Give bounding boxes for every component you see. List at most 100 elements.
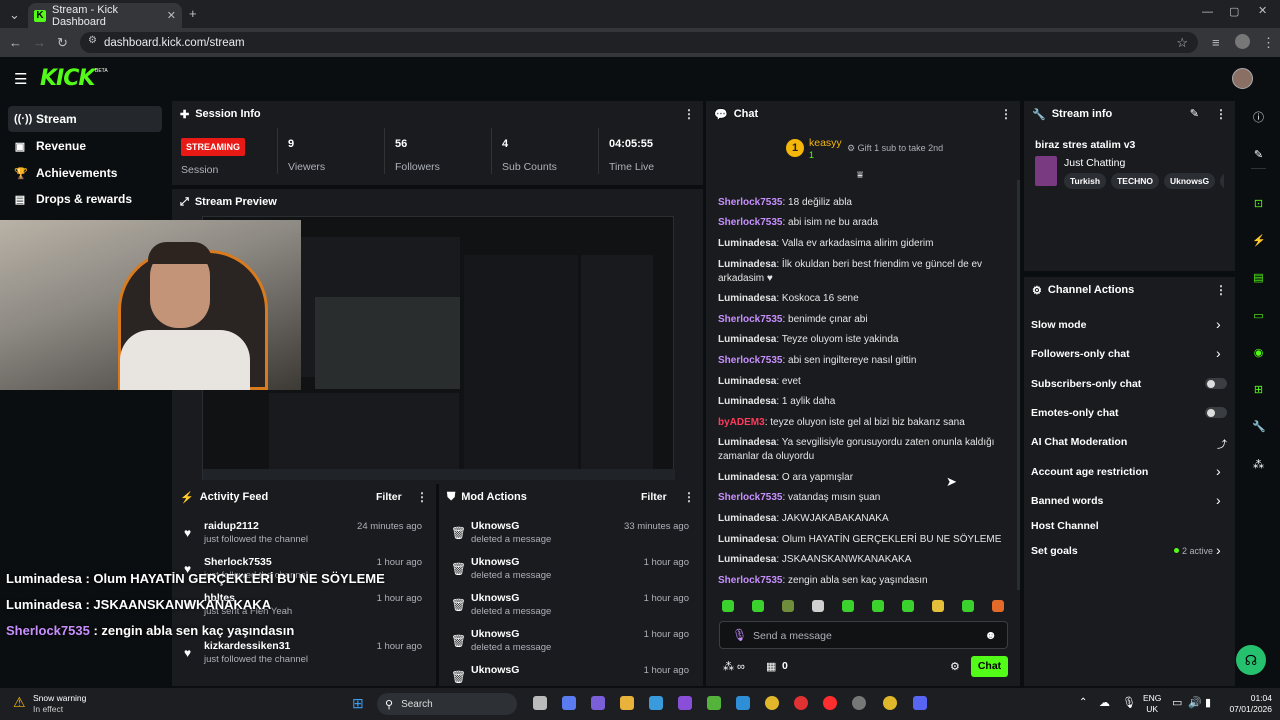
clip-icon[interactable]: ⊡ — [1252, 198, 1265, 211]
subscribers-only-toggle[interactable] — [1205, 378, 1227, 389]
more-options-icon[interactable]: ⋮ — [1215, 107, 1227, 121]
more-options-icon[interactable]: ⋮ — [683, 107, 695, 121]
more-options-icon[interactable]: ⋮ — [683, 490, 695, 504]
steam-icon[interactable] — [852, 696, 866, 710]
browser-menu-icon[interactable]: ⋮ — [1262, 36, 1275, 49]
battery-icon[interactable]: ▮ — [1205, 696, 1211, 709]
users-infinity-icon[interactable]: ⁂ ∞ — [723, 660, 745, 673]
chevron-right-icon[interactable]: › — [1216, 542, 1221, 558]
emote-icon[interactable] — [872, 600, 884, 612]
task-view-icon[interactable] — [533, 696, 547, 710]
forward-icon[interactable]: → — [33, 36, 46, 49]
kick-logo[interactable]: KICK — [40, 66, 95, 91]
sidebar-item-achievements[interactable]: 🏆 Achievements — [8, 160, 162, 186]
maximize-icon[interactable]: ▢ — [1229, 7, 1239, 18]
more-tools-icon[interactable]: ⁂ — [1252, 459, 1265, 472]
action-slow-mode[interactable]: Slow mode — [1031, 319, 1086, 331]
action-emotes-only-chat[interactable]: Emotes-only chat — [1031, 407, 1119, 419]
clock[interactable]: 01:04 07/01/2026 — [1222, 693, 1272, 715]
reload-icon[interactable]: ↻ — [57, 36, 68, 49]
onedrive-icon[interactable]: ☁ — [1099, 696, 1110, 709]
emote-icon[interactable] — [812, 600, 824, 612]
external-link-icon[interactable]: ⤴ — [1217, 436, 1227, 451]
edit-icon[interactable]: ✎ — [1252, 149, 1265, 162]
more-options-icon[interactable]: ⋮ — [1215, 283, 1227, 297]
tag[interactable]: UknowsG — [1163, 173, 1216, 189]
xbox-icon[interactable] — [707, 696, 721, 710]
chevron-right-icon[interactable]: › — [1216, 463, 1221, 479]
weather-widget[interactable]: Snow warning In effect — [33, 693, 86, 715]
tag[interactable]: Turkish — [1064, 173, 1107, 189]
file-explorer-icon[interactable] — [620, 696, 634, 710]
chat-icon[interactable]: ▭ — [1252, 310, 1265, 323]
teams-icon[interactable] — [591, 696, 605, 710]
copilot-icon[interactable] — [562, 696, 576, 710]
chat-settings-icon[interactable]: ⚙ — [950, 660, 960, 673]
tag[interactable]: TECHNO — [1111, 173, 1159, 189]
action-ai-chat-moderation[interactable]: AI Chat Moderation — [1031, 436, 1127, 448]
edit-icon[interactable]: ✎ — [1190, 107, 1199, 120]
action-set-goals[interactable]: Set goals — [1031, 545, 1078, 557]
action-account-age-restriction[interactable]: Account age restriction — [1031, 466, 1148, 478]
minimize-icon[interactable]: — — [1202, 7, 1213, 18]
emote-icon[interactable] — [722, 600, 734, 612]
notes-icon[interactable]: ▤ — [1252, 272, 1265, 285]
info-icon[interactable]: ⓘ — [1252, 112, 1265, 125]
opera-icon[interactable] — [823, 696, 837, 710]
emote-icon[interactable] — [962, 600, 974, 612]
discord-icon[interactable] — [913, 696, 927, 710]
chrome-active-icon[interactable] — [883, 696, 897, 710]
filter-button[interactable]: Filter — [641, 491, 667, 503]
emoji-icon[interactable]: ☻ — [984, 628, 997, 642]
photos-icon[interactable] — [678, 696, 692, 710]
profile-avatar[interactable] — [1235, 34, 1250, 49]
emote-icon[interactable] — [752, 600, 764, 612]
action-banned-words[interactable]: Banned words — [1031, 495, 1103, 507]
hamburger-menu-icon[interactable]: ☰ — [14, 70, 27, 88]
url-bar[interactable]: ⚙ dashboard.kick.com/stream ☆ — [80, 32, 1198, 53]
chevron-right-icon[interactable]: › — [1216, 345, 1221, 361]
emotes-only-toggle[interactable] — [1205, 407, 1227, 418]
back-icon[interactable]: ← — [9, 36, 22, 49]
opera-gx-icon[interactable] — [794, 696, 808, 710]
microphone-tray-icon[interactable]: 🎙 — [1122, 696, 1136, 709]
filter-button[interactable]: Filter — [376, 491, 402, 503]
chat-input[interactable]: 🎙 Send a message ☻ — [719, 621, 1008, 649]
language-indicator[interactable]: ENG UK — [1143, 693, 1161, 715]
chevron-right-icon[interactable]: › — [1216, 492, 1221, 508]
wrench-icon[interactable]: 🔧 — [1252, 421, 1266, 434]
windows-start-icon[interactable]: ⊞ — [352, 695, 364, 712]
lightning-icon[interactable]: ⚡ — [1252, 235, 1266, 248]
site-info-icon[interactable]: ⚙ — [88, 36, 97, 46]
gift-sub-text[interactable]: ⚙ Gift 1 sub to take 2nd — [847, 143, 943, 154]
tab-search-icon[interactable]: ⌄ — [9, 8, 20, 21]
leader-name[interactable]: keasyy — [809, 137, 842, 149]
browser-tab[interactable]: K Stream - Kick Dashboard ✕ — [28, 3, 182, 28]
action-host-channel[interactable]: Host Channel — [1031, 520, 1099, 532]
action-followers-only-chat[interactable]: Followers-only chat — [1031, 348, 1130, 360]
sidebar-item-revenue[interactable]: ▣ Revenue — [8, 133, 162, 159]
edge-icon[interactable] — [736, 696, 750, 710]
emote-icon[interactable] — [782, 600, 794, 612]
points-icon[interactable]: ▦ — [766, 660, 776, 673]
network-icon[interactable]: ▭ — [1172, 696, 1182, 709]
chevron-right-icon[interactable]: › — [1216, 316, 1221, 332]
send-chat-button[interactable]: Chat — [971, 656, 1008, 677]
broadcast-icon[interactable]: ◉ — [1252, 347, 1265, 360]
window-close-icon[interactable]: ✕ — [1258, 6, 1267, 17]
chrome-icon[interactable] — [765, 696, 779, 710]
emote-icon[interactable] — [932, 600, 944, 612]
taskbar-search[interactable]: ⚲ Search — [377, 693, 517, 715]
chat-scrollbar[interactable] — [1017, 180, 1020, 590]
more-options-icon[interactable]: ⋮ — [1000, 107, 1012, 121]
volume-icon[interactable]: 🔊 — [1188, 696, 1202, 709]
emote-icon[interactable] — [842, 600, 854, 612]
tray-overflow-icon[interactable]: ⌃ — [1079, 697, 1087, 708]
microphone-icon[interactable]: 🎙 — [732, 628, 747, 642]
sidebar-item-stream[interactable]: ((·)) Stream — [8, 106, 162, 132]
sidebar-item-drops[interactable]: ▤ Drops & rewards — [8, 186, 162, 212]
support-button[interactable]: ☊ — [1236, 645, 1266, 675]
close-tab-icon[interactable]: ✕ — [167, 9, 176, 22]
emote-icon[interactable] — [902, 600, 914, 612]
more-options-icon[interactable]: ⋮ — [416, 490, 428, 504]
